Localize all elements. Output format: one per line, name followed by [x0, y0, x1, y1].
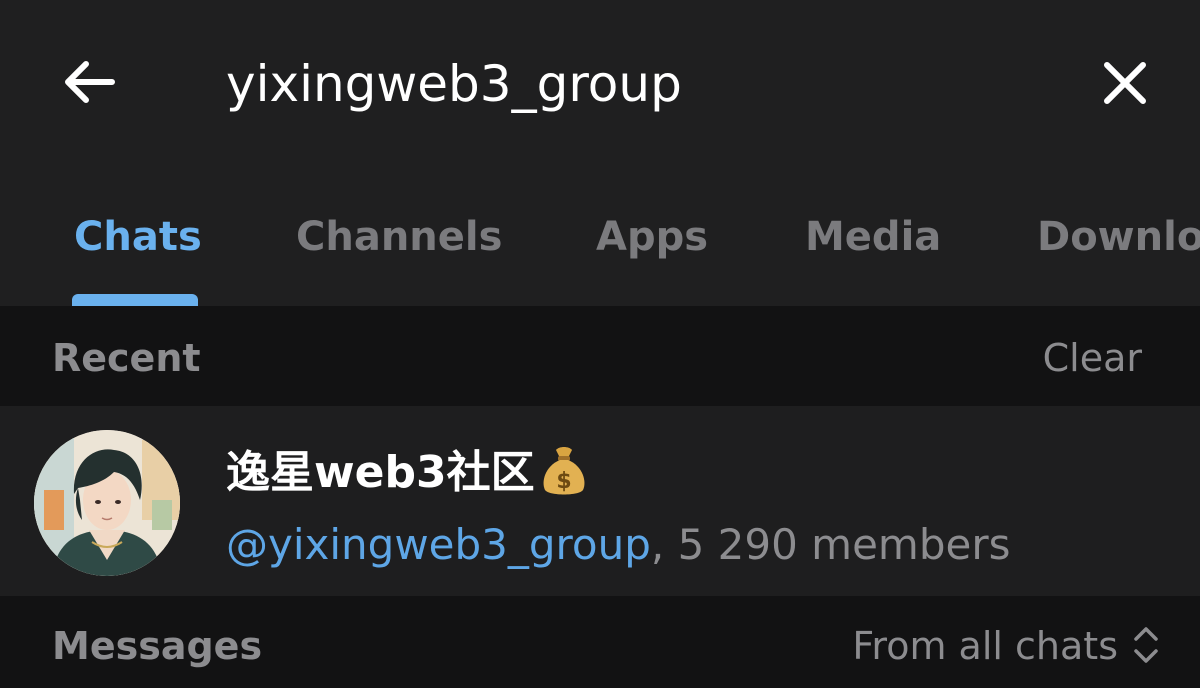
chat-name-text: 逸星web3社区	[226, 447, 535, 498]
chat-subtitle: @yixingweb3_group, 5 290 members	[226, 520, 1011, 569]
chat-result-row[interactable]: 逸星web3社区 $ @yixingweb3_group, 5 290 memb…	[0, 406, 1200, 596]
recent-section-header: Recent Clear	[0, 306, 1200, 406]
search-tabs: Chats Channels Apps Media Downloa	[0, 170, 1200, 306]
arrow-left-icon	[65, 61, 115, 103]
back-button[interactable]	[58, 56, 118, 108]
clear-search-button[interactable]	[1098, 56, 1152, 110]
clear-recent-button[interactable]: Clear	[1043, 336, 1142, 380]
messages-filter-label: From all chats	[852, 624, 1118, 668]
member-count: , 5 290 members	[650, 520, 1011, 569]
avatar	[34, 430, 180, 576]
chevron-up-down-icon	[1134, 626, 1158, 663]
chat-handle-link[interactable]: @yixingweb3_group	[226, 520, 651, 569]
money-bag-icon: $	[543, 447, 585, 495]
search-input[interactable]	[226, 52, 1046, 116]
messages-section-header: Messages From all chats	[0, 596, 1200, 688]
tab-channels[interactable]: Channels	[296, 214, 502, 274]
messages-title: Messages	[52, 624, 263, 668]
tab-chats[interactable]: Chats	[74, 214, 202, 274]
tab-apps[interactable]: Apps	[596, 214, 708, 274]
chat-name: 逸星web3社区 $	[226, 436, 589, 502]
close-icon	[1104, 62, 1146, 104]
active-tab-indicator	[72, 294, 198, 306]
recent-title: Recent	[52, 336, 201, 380]
tab-downloads[interactable]: Downloa	[1037, 214, 1200, 274]
messages-filter-dropdown[interactable]: From all chats	[852, 624, 1160, 671]
search-header	[0, 0, 1200, 170]
tab-media[interactable]: Media	[805, 214, 941, 274]
svg-text:$: $	[556, 469, 571, 494]
anime-portrait-avatar-icon	[34, 430, 180, 576]
